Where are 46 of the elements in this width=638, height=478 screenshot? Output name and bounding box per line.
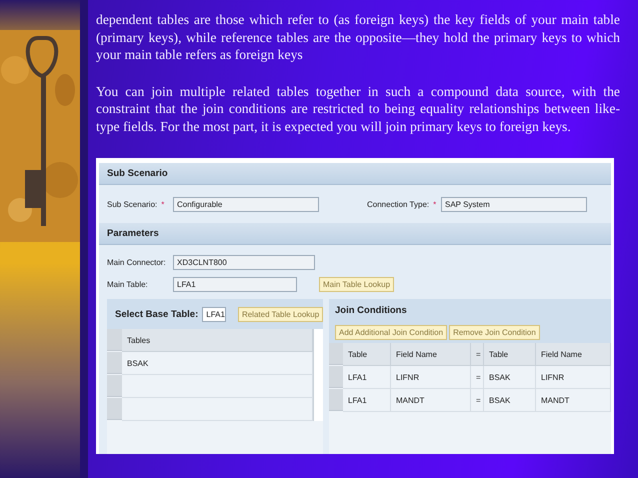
row-selector[interactable] (107, 398, 122, 420)
field-label: Sub Scenario: (107, 200, 158, 208)
row-selector[interactable] (107, 352, 122, 374)
field-label: Main Connector: (107, 258, 166, 266)
table-cell: LFA1 (343, 389, 391, 412)
row-selector[interactable] (329, 389, 343, 411)
field-label: Connection Type: (367, 200, 430, 208)
table-cell: LIFNR (391, 366, 471, 389)
section-header: Sub Scenario (99, 163, 611, 185)
table-cell: BSAK (122, 352, 313, 375)
row-selector[interactable] (107, 329, 122, 351)
column-header: Field Name (536, 343, 611, 366)
join-condition-button[interactable]: Remove Join Condition (449, 324, 540, 340)
input-field[interactable]: Configurable (173, 196, 319, 212)
table-cell: LFA1 (343, 366, 391, 389)
panel-title: Join Conditions (335, 304, 407, 316)
required-mark: * (433, 200, 436, 208)
column-header: Table (484, 343, 536, 366)
join-condition-button[interactable]: Add Additional Join Condition (335, 324, 448, 340)
table-cell: MANDT (391, 389, 471, 412)
section-header: Parameters (99, 223, 611, 245)
main-table-lookup-button[interactable]: Main Table Lookup (319, 276, 394, 292)
base-table-label: Select Base Table: (115, 308, 198, 320)
input-field[interactable]: LFA1 (173, 276, 297, 292)
input-field[interactable]: XD3CLNT800 (173, 254, 315, 270)
column-header: Field Name (391, 343, 471, 366)
input-field[interactable]: LFA1 (202, 306, 226, 322)
column-header: Tables (122, 329, 313, 352)
field-label: Main Table: (107, 280, 148, 288)
table-cell: BSAK (484, 389, 536, 412)
related-table-lookup-button[interactable]: Related Table Lookup (238, 306, 324, 322)
table-cell: BSAK (484, 366, 536, 389)
row-selector[interactable] (107, 375, 122, 397)
table-cell: = (471, 389, 484, 412)
row-selector[interactable] (329, 366, 343, 388)
input-field[interactable]: SAP System (441, 196, 587, 212)
table-cell: = (471, 366, 484, 389)
paragraph: You can join multiple related tables together in such a compound data source, with the constraint that the join conditions are restricted to being equality relationships between like-type fields. For the most part, it is expected you will join primary keys to foreign keys. (96, 82, 620, 135)
column-header: Table (343, 343, 391, 366)
table-cell: MANDT (536, 389, 611, 412)
column-header: = (471, 343, 484, 366)
scrollbar[interactable] (313, 329, 323, 421)
paragraph: dependent tables are those which refer to (as foreign keys) the key fields of your main table (primary keys), while reference tables are the opposite—they hold the primary keys to which your main table refers as foreign keys (96, 11, 620, 64)
row-selector[interactable] (329, 343, 343, 365)
required-mark: * (161, 200, 164, 208)
table-cell: LIFNR (536, 366, 611, 389)
